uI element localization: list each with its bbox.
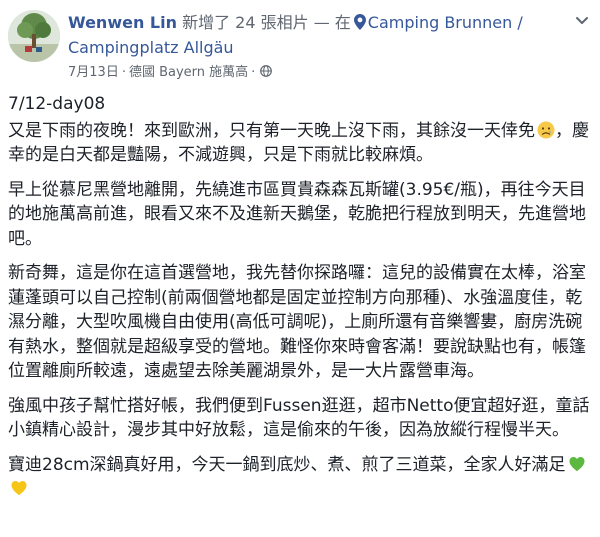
author-avatar[interactable]: [8, 10, 60, 62]
meta-separator: ·: [121, 65, 126, 80]
post-body: 7/12-day08 又是下雨的夜晚！來到歐洲，只有第一天晚上沒下雨，其餘沒一天…: [8, 92, 596, 512]
green-heart-emoji: [569, 456, 585, 471]
paragraph-5: 寶迪28cm深鍋真好用，今天一鍋到底炒、煮、煎了三道菜，全家人好滿足: [8, 453, 596, 502]
post-title: 7/12-day08: [8, 94, 106, 114]
paragraph-4: 強風中孩子幫忙搭好帳，我們便到Fussen逛逛，超市Netto便宜超好逛，童話小…: [8, 395, 590, 441]
post-meta: 7月13日 · 德國 Bayern 施萬高 ·: [68, 64, 273, 82]
paragraph-1: 又是下雨的夜晚！來到歐洲，只有第一天晚上沒下雨，其餘沒一天倖免 ，慶幸的是白天都是…: [8, 119, 596, 168]
paragraph-5-text: 寶迪28cm深鍋真好用，今天一鍋到底炒、煮、煎了三道菜，全家人好滿足: [8, 454, 566, 475]
post-header: Wenwen Lin 新增了 24 張相片 — 在 Camping Brunnen…: [68, 10, 593, 60]
author-name[interactable]: Wenwen Lin: [68, 13, 177, 32]
chevron-down-icon[interactable]: [574, 12, 590, 28]
meta-separator-2: ·: [251, 65, 256, 80]
post-action-text: 新增了 24 張相片 — 在: [176, 13, 351, 32]
paragraph-3: 新奇舞，這是你在這首選營地，我先替你探路囉：這兒的設備實在太棒，浴室蓮蓬頭可以自…: [8, 263, 586, 381]
paragraph-2: 早上從慕尼黑營地離開，先繞進市區買貴森森瓦斯罐(3.95€/瓶)，再往今天目的地…: [8, 179, 586, 249]
yellow-heart-emoji: [11, 481, 27, 495]
paragraph-1-text: 又是下雨的夜晚！來到歐洲，只有第一天晚上沒下雨，其餘沒一天倖免: [8, 120, 535, 141]
globe-icon[interactable]: [260, 65, 273, 77]
sad-face-emoji: [537, 121, 555, 138]
post-location[interactable]: 德國 Bayern 施萬高: [129, 65, 248, 80]
location-pin-icon: [353, 14, 366, 30]
post-date[interactable]: 7月13日: [68, 65, 119, 80]
tree-avatar-image: [8, 10, 60, 62]
facebook-post: Wenwen Lin 新增了 24 張相片 — 在 Camping Brunnen…: [0, 0, 600, 537]
